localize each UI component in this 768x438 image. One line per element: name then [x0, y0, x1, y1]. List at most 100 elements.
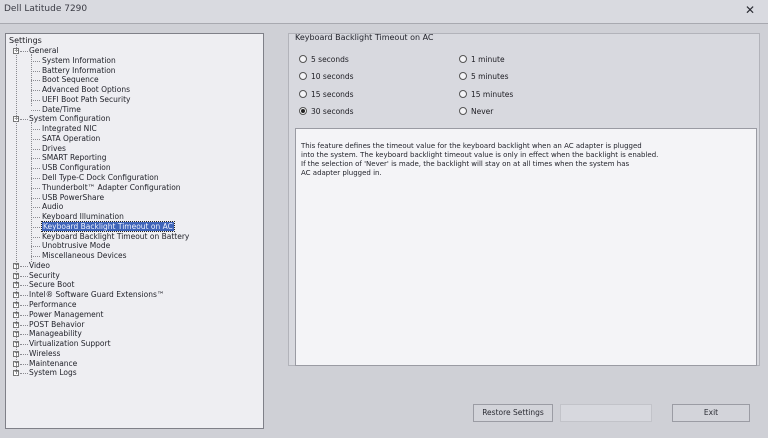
tree-group[interactable]: Virtualization Support [29, 339, 111, 349]
tree-item-label: Wireless [29, 348, 61, 358]
tree-connector [31, 197, 40, 199]
tree-connector [20, 373, 28, 375]
tree-item[interactable]: Dell Type-C Dock Configuration [42, 173, 159, 183]
radio-button-icon[interactable] [459, 55, 467, 63]
tree-group[interactable]: POST Behavior [29, 320, 84, 330]
timeout-option[interactable]: Never [459, 106, 493, 118]
tree-connector [20, 353, 28, 355]
tree-group[interactable]: Maintenance [29, 359, 77, 369]
radio-button-icon[interactable] [459, 107, 467, 115]
radio-button-icon[interactable] [459, 90, 467, 98]
tree-item-label: Intel® Software Guard Extensions™ [29, 290, 165, 300]
timeout-option[interactable]: 30 seconds [299, 106, 354, 118]
tree-item-label: Integrated NIC [42, 124, 97, 134]
tree-item[interactable]: Advanced Boot Options [42, 85, 130, 95]
tree-group[interactable]: System Logs [29, 368, 77, 378]
tree-guide-line [31, 54, 32, 106]
tree-item-label: USB PowerShare [42, 192, 105, 202]
tree-group[interactable]: System Configuration [29, 114, 110, 124]
tree-group[interactable]: Video [29, 261, 50, 271]
tree-item[interactable]: Drives [42, 144, 66, 154]
tree-item-label: Boot Sequence [42, 75, 99, 85]
tree-item[interactable]: USB PowerShare [42, 193, 104, 203]
tree-group[interactable]: Performance [29, 300, 77, 310]
tree-connector [20, 363, 28, 365]
tree-connector [20, 295, 28, 297]
timeout-option[interactable]: 15 minutes [459, 89, 513, 101]
radio-button-icon[interactable] [299, 72, 307, 80]
tree-item[interactable]: Unobtrusive Mode [42, 241, 110, 251]
tree-item-label: Maintenance [29, 358, 78, 368]
tree-item-label: SATA Operation [42, 133, 101, 143]
timeout-option[interactable]: 10 seconds [299, 71, 354, 83]
tree-group[interactable]: Power Management [29, 310, 103, 320]
tree-item[interactable]: System Information [42, 56, 116, 66]
tree-item[interactable]: Boot Sequence [42, 75, 99, 85]
tree-connector [31, 217, 40, 219]
close-icon[interactable]: ✕ [742, 2, 758, 18]
timeout-option[interactable]: 5 seconds [299, 54, 349, 66]
tree-connector [20, 285, 28, 287]
option-label: 15 minutes [471, 90, 514, 99]
tree-connector [31, 236, 40, 238]
tree-item-label: Manageability [29, 329, 82, 339]
tree-item-label: General [29, 46, 59, 55]
tree-item[interactable]: SATA Operation [42, 134, 100, 144]
tree-item-label: Keyboard Illumination [42, 212, 124, 222]
tree-group[interactable]: Manageability [29, 329, 82, 339]
radio-button-icon[interactable] [459, 72, 467, 80]
tree-connector [20, 51, 28, 52]
tree-group[interactable]: General [29, 46, 59, 56]
tree-connector [20, 314, 28, 316]
tree-item[interactable]: Keyboard Backlight Timeout on Battery [42, 232, 189, 242]
tree-connector [31, 60, 40, 62]
tree-item[interactable]: Keyboard Backlight Timeout on AC [41, 220, 175, 232]
tree-connector [31, 226, 40, 228]
tree-item-label: USB Configuration [42, 163, 111, 173]
tree-group[interactable]: Security [29, 271, 60, 281]
tree-item[interactable]: Battery Information [42, 66, 116, 76]
tree-item-label: Keyboard Backlight Timeout on AC [41, 220, 175, 232]
tree-connector [20, 265, 28, 267]
tree-item-label: Virtualization Support [29, 339, 111, 349]
tree-item-label: POST Behavior [29, 319, 85, 329]
tree-item-label: Battery Information [42, 65, 116, 75]
exit-button[interactable]: Exit [672, 404, 750, 422]
option-label: 10 seconds [311, 72, 354, 81]
tree-item[interactable]: Integrated NIC [42, 124, 97, 134]
timeout-option[interactable]: 1 minute [459, 54, 505, 66]
radio-button-icon[interactable] [299, 55, 307, 63]
tree-connector [31, 256, 40, 258]
tree-item-label: Keyboard Backlight Timeout on Battery [42, 231, 190, 241]
tree-item[interactable]: USB Configuration [42, 163, 111, 173]
tree-connector [31, 99, 40, 101]
tree-item-label: Video [29, 260, 51, 270]
tree-item[interactable]: SMART Reporting [42, 153, 106, 163]
timeout-option[interactable]: 15 seconds [299, 89, 354, 101]
tree-group[interactable]: Wireless [29, 349, 60, 359]
tree-item[interactable]: Miscellaneous Devices [42, 251, 127, 261]
tree-group[interactable]: Intel® Software Guard Extensions™ [29, 290, 164, 300]
tree-item[interactable]: UEFI Boot Path Security [42, 95, 130, 105]
tree-item-label: Power Management [29, 309, 104, 319]
tree-root-settings: Settings [9, 36, 42, 45]
tree-connector [31, 178, 40, 179]
tree-item[interactable]: Date/Time [42, 105, 81, 115]
tree-connector [20, 305, 28, 307]
tree-item-label: Dell Type-C Dock Configuration [42, 173, 159, 182]
tree-item[interactable]: Keyboard Illumination [42, 212, 124, 222]
tree-item-label: UEFI Boot Path Security [42, 94, 131, 104]
tree-item-label: Unobtrusive Mode [42, 241, 111, 251]
tree-item-label: Performance [29, 300, 77, 310]
radio-button-icon[interactable] [299, 107, 307, 115]
tree-group[interactable]: Secure Boot [29, 280, 74, 290]
option-label: 1 minute [471, 55, 505, 64]
timeout-option[interactable]: 5 minutes [459, 71, 509, 83]
option-label: 5 seconds [311, 55, 349, 64]
tree-connector [31, 138, 40, 140]
radio-button-icon[interactable] [299, 90, 307, 98]
tree-connector [31, 187, 40, 189]
restore-settings-button[interactable]: Restore Settings [473, 404, 553, 422]
tree-item[interactable]: Thunderbolt™ Adapter Configuration [42, 183, 181, 193]
tree-item[interactable]: Audio [42, 202, 63, 212]
